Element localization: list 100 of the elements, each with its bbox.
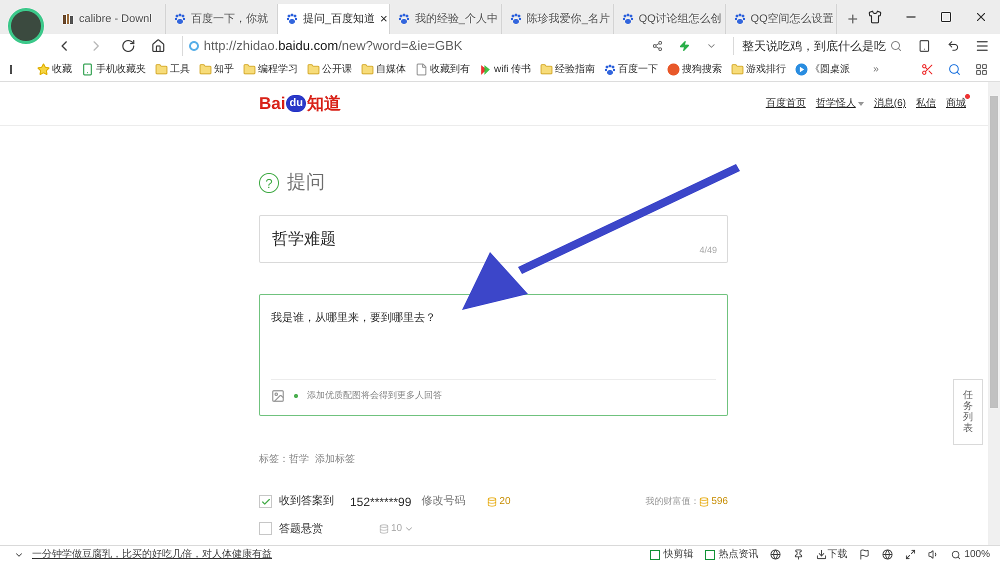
bookmark-item[interactable]: 工具 <box>155 62 190 77</box>
search-icon[interactable] <box>948 63 961 76</box>
scissors-icon[interactable] <box>921 63 934 76</box>
bookmark-item[interactable]: 游戏排行 <box>731 62 786 77</box>
add-tag-link[interactable]: 添加标签 <box>315 452 355 466</box>
tab-title: 百度一下，你就 <box>190 12 268 27</box>
browser-tab[interactable]: 陈珍我爱你_名片 <box>502 4 614 34</box>
tags-label: 标签：哲学 <box>259 452 309 466</box>
question-icon: ? <box>259 173 279 194</box>
zoom-button[interactable]: 100% <box>951 547 990 562</box>
home-icon[interactable] <box>151 38 166 54</box>
page-icon <box>415 63 428 76</box>
phone-number: 152******99 <box>350 494 412 510</box>
paw-icon <box>286 13 298 25</box>
bookmark-item[interactable]: 手机收藏夹 <box>81 62 146 77</box>
folder-icon <box>731 63 744 76</box>
paw-icon <box>510 13 522 25</box>
nav-link[interactable]: 消息(6) <box>874 96 906 111</box>
folder-icon <box>540 63 554 76</box>
browser-tab[interactable]: QQ空间怎么设置 <box>726 4 838 34</box>
lightning-icon[interactable] <box>679 40 690 52</box>
volume-icon[interactable] <box>928 549 940 560</box>
folder-icon <box>199 63 212 76</box>
maximize-icon[interactable] <box>940 11 952 23</box>
folder-icon <box>155 63 168 76</box>
option-label: 答题悬赏 <box>279 522 324 536</box>
paw-icon <box>622 13 634 25</box>
bookmark-item[interactable]: 《圆桌派 <box>795 62 850 77</box>
nav-link[interactable]: 百度首页 <box>766 96 806 111</box>
paw-icon <box>174 13 186 25</box>
pin-icon[interactable] <box>793 549 804 560</box>
folder-icon <box>243 63 256 76</box>
browser-tab[interactable]: calibre - Downl <box>54 4 166 34</box>
wealth-label: 我的财富值： <box>645 494 700 508</box>
image-icon[interactable] <box>271 388 285 402</box>
news-link[interactable]: 一分钟学做豆腐乳，比买的好吃几倍，对人体健康有益 <box>32 547 272 562</box>
character-count: 4/49 <box>699 244 717 257</box>
nav-link[interactable]: 私信 <box>916 96 936 111</box>
share-icon[interactable] <box>652 40 664 52</box>
tab-title: 提问_百度知道 <box>302 12 375 27</box>
coin-icon <box>487 496 498 506</box>
search-field[interactable]: 整天说吃鸡，到底什么是吃 <box>733 37 902 55</box>
more-bookmarks[interactable]: » <box>873 62 879 77</box>
download-icon <box>816 549 828 560</box>
paw-icon <box>398 13 410 25</box>
folder-icon <box>307 63 320 76</box>
bookmark-item[interactable]: 公开课 <box>307 62 352 77</box>
edit-number-link[interactable]: 修改号码 <box>421 493 466 510</box>
browser-tab[interactable]: 我的经验_个人中 <box>390 4 502 34</box>
books-icon <box>62 13 74 25</box>
zoom-icon <box>951 550 962 560</box>
nav-link[interactable]: 哲学怪人 <box>816 96 864 111</box>
checkbox[interactable] <box>259 495 272 508</box>
address-field[interactable]: http://zhidao.baidu.com/new?word=&ie=GBK <box>182 36 636 56</box>
tablet-icon[interactable] <box>918 39 931 53</box>
coin-amount: 20 <box>487 494 511 509</box>
title-field[interactable]: 哲学难题 4/49 <box>259 214 728 262</box>
checkbox[interactable] <box>259 522 272 536</box>
bookmark-item[interactable]: 自媒体 <box>361 62 406 77</box>
option-label: 收到答案到 <box>279 494 335 510</box>
paw-icon <box>604 64 616 76</box>
tab-close[interactable]: × <box>380 9 388 29</box>
tab-title: QQ讨论组怎么创 <box>638 12 722 27</box>
reload-icon[interactable] <box>120 38 136 54</box>
download-button[interactable]: 下载 <box>816 547 848 562</box>
task-list-button[interactable]: 任务列表 <box>953 379 983 445</box>
bookmark-item[interactable]: 编程学习 <box>243 62 298 77</box>
bookmark-item[interactable]: 收藏 <box>37 62 72 77</box>
browser-tab[interactable]: QQ讨论组怎么创 <box>614 4 726 34</box>
skin-icon[interactable] <box>868 10 882 24</box>
bookmark-item[interactable]: 百度一下 <box>604 62 658 77</box>
tab-title: calibre - Downl <box>79 12 152 27</box>
tab-title: 陈珍我爱你_名片 <box>526 12 610 27</box>
scrollbar[interactable] <box>988 82 1000 545</box>
star-icon <box>37 63 50 76</box>
flag-icon[interactable] <box>859 549 870 560</box>
undo-icon[interactable] <box>946 39 960 53</box>
search-text: 整天说吃鸡，到底什么是吃 <box>742 38 886 55</box>
bookmark-item[interactable]: 知乎 <box>199 62 234 77</box>
browser-tab[interactable]: 提问_百度知道 × <box>278 4 390 34</box>
site-logo[interactable]: Bai du 知道 <box>259 90 341 116</box>
browser-icon[interactable] <box>882 549 894 560</box>
paw-icon <box>734 13 746 25</box>
play-icon <box>795 63 808 76</box>
bookmark-item[interactable]: 收藏到有 <box>415 62 470 77</box>
search-icon[interactable] <box>890 40 902 52</box>
close-icon[interactable] <box>974 10 988 24</box>
window-icon[interactable] <box>905 549 916 560</box>
new-tab-button[interactable]: + <box>837 4 868 34</box>
hot-news-button[interactable]: 热点资讯 <box>705 547 758 562</box>
menu-icon[interactable] <box>975 38 990 54</box>
apps-icon[interactable] <box>975 63 988 76</box>
tab-title: 我的经验_个人中 <box>414 12 498 27</box>
clip-button[interactable]: 快剪辑 <box>650 547 694 562</box>
bookmark-item[interactable]: 搜狗搜索 <box>667 62 722 77</box>
page-heading: 提问 <box>287 171 325 195</box>
bookmark-item[interactable]: wifi 传书 <box>479 62 532 77</box>
image-hint: 添加优质配图将会得到更多人回答 <box>307 388 442 402</box>
coin-icon <box>379 524 389 534</box>
bookmark-item[interactable]: 经验指南 <box>540 62 596 77</box>
